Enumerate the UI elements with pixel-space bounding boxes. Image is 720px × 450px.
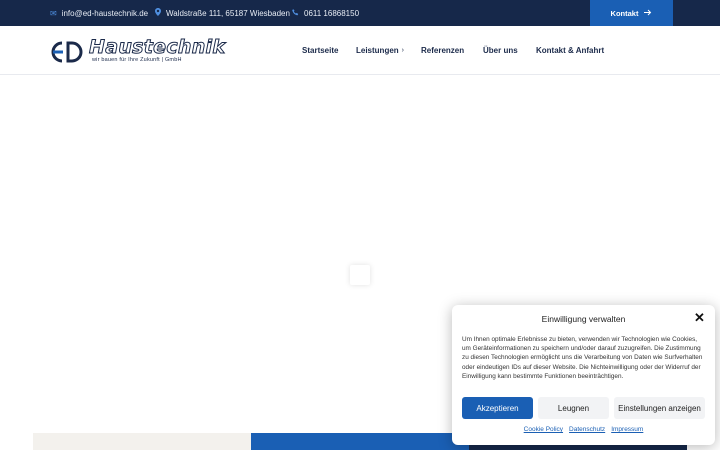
- nav-referenzen[interactable]: Referenzen: [421, 26, 464, 75]
- section-strip-middle: [251, 433, 469, 450]
- nav-label: Leistungen: [356, 46, 399, 55]
- nav-leistungen[interactable]: Leistungen ›: [356, 26, 404, 75]
- top-bar: ✉ info@ed-haustechnik.de Waldstraße 111,…: [0, 0, 720, 26]
- phone-info[interactable]: 0611 16868150: [292, 0, 359, 26]
- close-icon[interactable]: ✕: [694, 311, 705, 325]
- contact-button-label: Kontakt: [610, 8, 639, 18]
- deny-button[interactable]: Leugnen: [538, 397, 609, 419]
- company-logo[interactable]: Haustechnik wir bauen für Ihre Zukunft |…: [48, 36, 225, 66]
- chevron-right-icon: ›: [401, 47, 405, 54]
- phone-icon: [292, 8, 299, 18]
- nav-label: Kontakt & Anfahrt: [536, 46, 605, 55]
- preferences-button[interactable]: Einstellungen anzeigen: [614, 397, 705, 419]
- address-info: Waldstraße 111, 65187 Wiesbaden: [155, 0, 290, 26]
- contact-button[interactable]: Kontakt: [590, 0, 673, 26]
- loading-indicator: [350, 265, 370, 285]
- site-header: Haustechnik wir bauen für Ihre Zukunft |…: [0, 26, 720, 75]
- dialog-links: Cookie Policy Datenschutz Impressum: [452, 426, 715, 433]
- cookie-policy-link[interactable]: Cookie Policy: [524, 426, 563, 433]
- datenschutz-link[interactable]: Datenschutz: [569, 426, 605, 433]
- nav-label: Startseite: [302, 46, 339, 55]
- email-info[interactable]: ✉ info@ed-haustechnik.de: [50, 0, 148, 26]
- dialog-title: Einwilligung verwalten: [541, 314, 626, 324]
- nav-label: Referenzen: [421, 46, 465, 55]
- logo-brand: Haustechnik: [88, 36, 226, 59]
- email-text: info@ed-haustechnik.de: [61, 8, 149, 18]
- phone-text: 0611 16868150: [304, 8, 360, 18]
- nav-kontakt-anfahrt[interactable]: Kontakt & Anfahrt: [536, 26, 604, 75]
- mail-icon: ✉: [50, 8, 57, 18]
- dialog-message: Um Ihnen optimale Erlebnisse zu bieten, …: [462, 336, 703, 380]
- location-pin-icon: [155, 8, 161, 18]
- nav-ueber-uns[interactable]: Über uns: [483, 26, 518, 75]
- accept-button[interactable]: Akzeptieren: [462, 397, 533, 419]
- address-text: Waldstraße 111, 65187 Wiesbaden: [166, 8, 290, 18]
- cookie-consent-dialog: Einwilligung verwalten ✕ Um Ihnen optima…: [452, 305, 715, 445]
- logo-tagline: wir bauen für Ihre Zukunft | GmbH: [92, 57, 182, 63]
- nav-startseite[interactable]: Startseite: [302, 26, 338, 75]
- nav-label: Über uns: [483, 46, 518, 55]
- arrow-right-icon: [644, 9, 652, 18]
- section-strip-left: [33, 433, 251, 450]
- impressum-link[interactable]: Impressum: [611, 426, 643, 433]
